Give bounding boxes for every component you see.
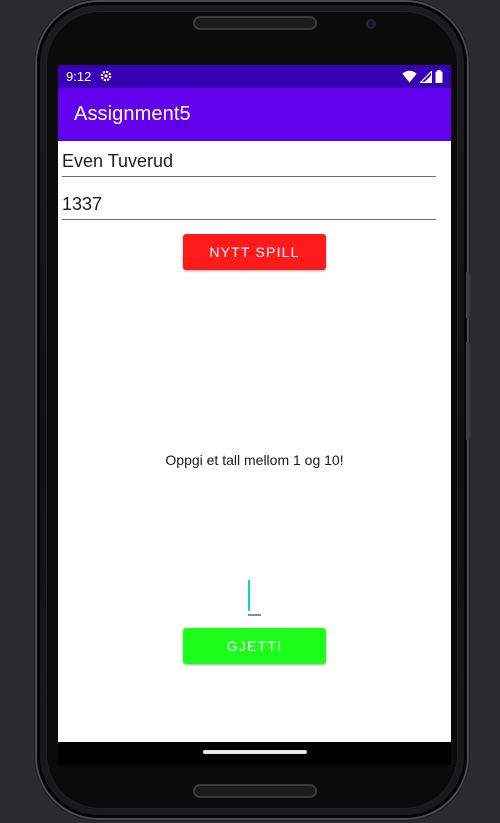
status-bar: 9:12 [58,65,451,88]
settings-icon [100,70,112,82]
navigation-bar [58,742,451,765]
guess-input[interactable] [248,580,262,616]
name-field-value: Even Tuverud [62,151,174,171]
battery-icon [435,70,443,83]
signal-icon [420,70,432,83]
home-gesture-handle[interactable] [203,750,307,754]
front-camera [366,19,376,29]
guess-input-underline [248,614,261,616]
status-icons [402,69,443,84]
bottom-speaker [193,784,317,798]
guess-button[interactable]: GJETT! [183,628,326,664]
power-button [466,272,470,318]
text-cursor [248,580,250,611]
top-speaker [193,16,317,30]
code-field[interactable]: 1337 [62,194,436,220]
volume-button [466,342,470,440]
wifi-icon [402,70,417,83]
app-bar: Assignment5 [58,88,451,141]
code-field-value: 1337 [62,194,103,214]
name-field[interactable]: Even Tuverud [62,151,436,177]
guess-prompt: Oppgi et tall mellom 1 og 10! [165,452,344,468]
emulator-stage: 9:12 Assignment5 Even Tuverud 1337 NYTT … [0,0,500,823]
app-screen: 9:12 Assignment5 Even Tuverud 1337 NYTT … [58,65,451,765]
app-title: Assignment5 [74,103,191,125]
status-time: 9:12 [66,69,92,84]
new-game-button[interactable]: NYTT SPILL [183,234,326,270]
